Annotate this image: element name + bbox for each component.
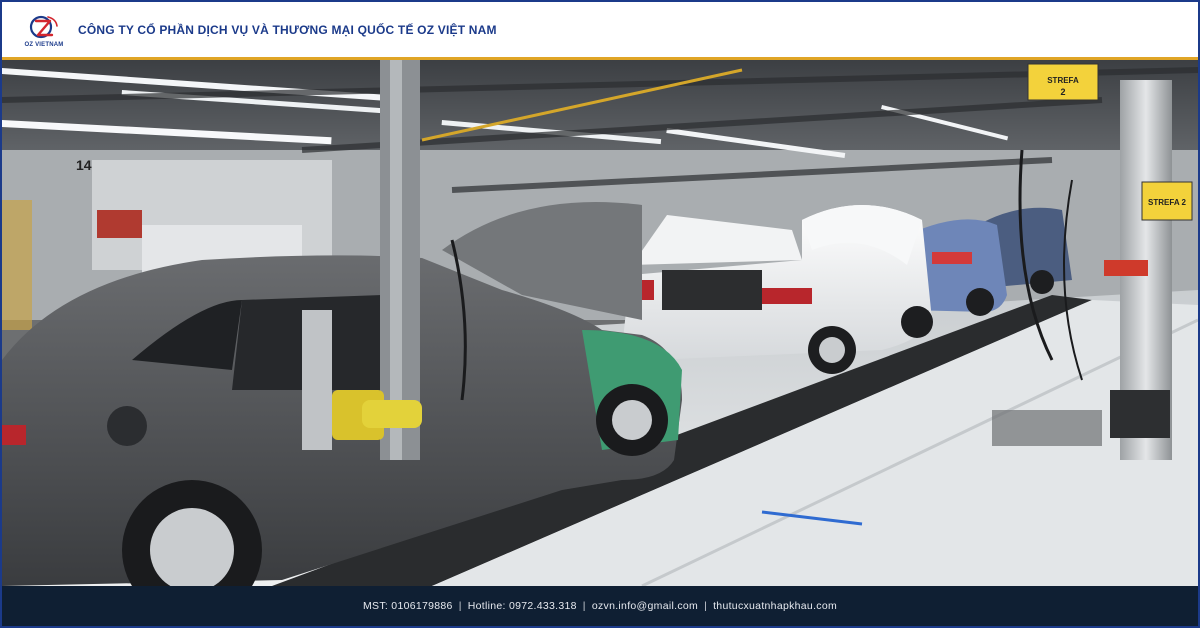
svg-text:STREFA: STREFA: [1047, 76, 1079, 85]
strefa-sign-right: STREFA 2: [1141, 181, 1193, 221]
car-white: [623, 205, 933, 374]
website-link[interactable]: thutucxuatnhapkhau.com: [713, 600, 837, 612]
company-logo[interactable]: OZ VIETNAM: [14, 2, 74, 58]
company-name: CÔNG TY CỔ PHẦN DỊCH VỤ VÀ THƯƠNG MẠI QU…: [78, 23, 497, 37]
footer-separator: |: [458, 600, 462, 612]
logo-text: OZ VIETNAM: [24, 41, 64, 48]
email-link[interactable]: ozvn.info@gmail.com: [592, 600, 698, 612]
hotline[interactable]: Hotline: 0972.433.318: [468, 600, 577, 612]
tax-code: MST: 0106179886: [362, 600, 453, 612]
floor-grate: [992, 410, 1102, 446]
assembly-line-illustration: STREFA 2 14 STREFA 2: [2, 60, 1198, 586]
header-bar: OZ VIETNAM CÔNG TY CỔ PHẦN DỊCH VỤ VÀ TH…: [2, 2, 1198, 58]
page-frame: OZ VIETNAM CÔNG TY CỔ PHẦN DỊCH VỤ VÀ TH…: [0, 0, 1200, 628]
footer-separator: |: [582, 600, 586, 612]
oz-logo-icon: [29, 15, 58, 38]
footer-separator: |: [704, 600, 708, 612]
red-panel: [97, 210, 142, 238]
station-number: 14: [76, 157, 92, 173]
svg-text:2: 2: [1060, 87, 1065, 97]
svg-text:STREFA 2: STREFA 2: [1148, 198, 1186, 207]
strefa-sign-top: STREFA 2: [1027, 63, 1099, 101]
footer-bar: MST: 0106179886 | Hotline: 0972.433.318 …: [2, 586, 1198, 626]
factory-photo: STREFA 2 14 STREFA 2: [2, 60, 1198, 586]
